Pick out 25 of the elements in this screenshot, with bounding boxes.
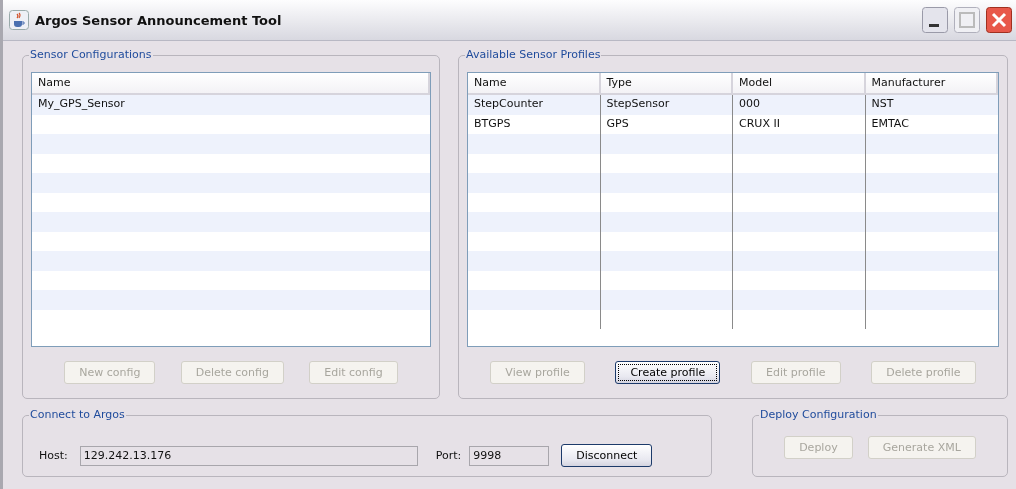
table-cell[interactable]: EMTAC bbox=[865, 114, 998, 134]
close-icon[interactable] bbox=[986, 7, 1012, 33]
button[interactable]: Create profile bbox=[615, 361, 721, 384]
table-cell[interactable]: NST bbox=[865, 95, 998, 115]
group-title: Sensor Configurations bbox=[29, 48, 153, 61]
column-header[interactable]: Model bbox=[733, 73, 866, 93]
port-field[interactable]: 9998 bbox=[469, 445, 550, 466]
window-title: Argos Sensor Announcement Tool bbox=[35, 12, 283, 28]
table-cell[interactable]: 000 bbox=[733, 95, 866, 115]
table-cell[interactable]: StepCounter bbox=[468, 95, 601, 115]
group-title: Deploy Configuration bbox=[759, 408, 878, 421]
port-label: Port: bbox=[435, 449, 462, 462]
group-title: Available Sensor Profiles bbox=[465, 48, 602, 61]
column-header[interactable]: Name bbox=[468, 73, 601, 93]
host-field[interactable]: 129.242.13.176 bbox=[79, 445, 418, 466]
table-cell[interactable]: My_GPS_Sensor bbox=[32, 95, 430, 115]
column-header[interactable]: Type bbox=[600, 73, 733, 93]
column-header[interactable]: Name bbox=[32, 73, 430, 93]
table-cell[interactable]: StepSensor bbox=[600, 95, 733, 115]
column-header[interactable]: Manufacturer bbox=[865, 73, 998, 93]
disconnect-button[interactable]: Disconnect bbox=[561, 444, 653, 467]
minimize-icon[interactable] bbox=[922, 7, 948, 33]
host-label: Host: bbox=[39, 449, 68, 462]
group-title: Connect to Argos bbox=[29, 408, 126, 421]
coffee-cup-icon bbox=[9, 10, 29, 30]
